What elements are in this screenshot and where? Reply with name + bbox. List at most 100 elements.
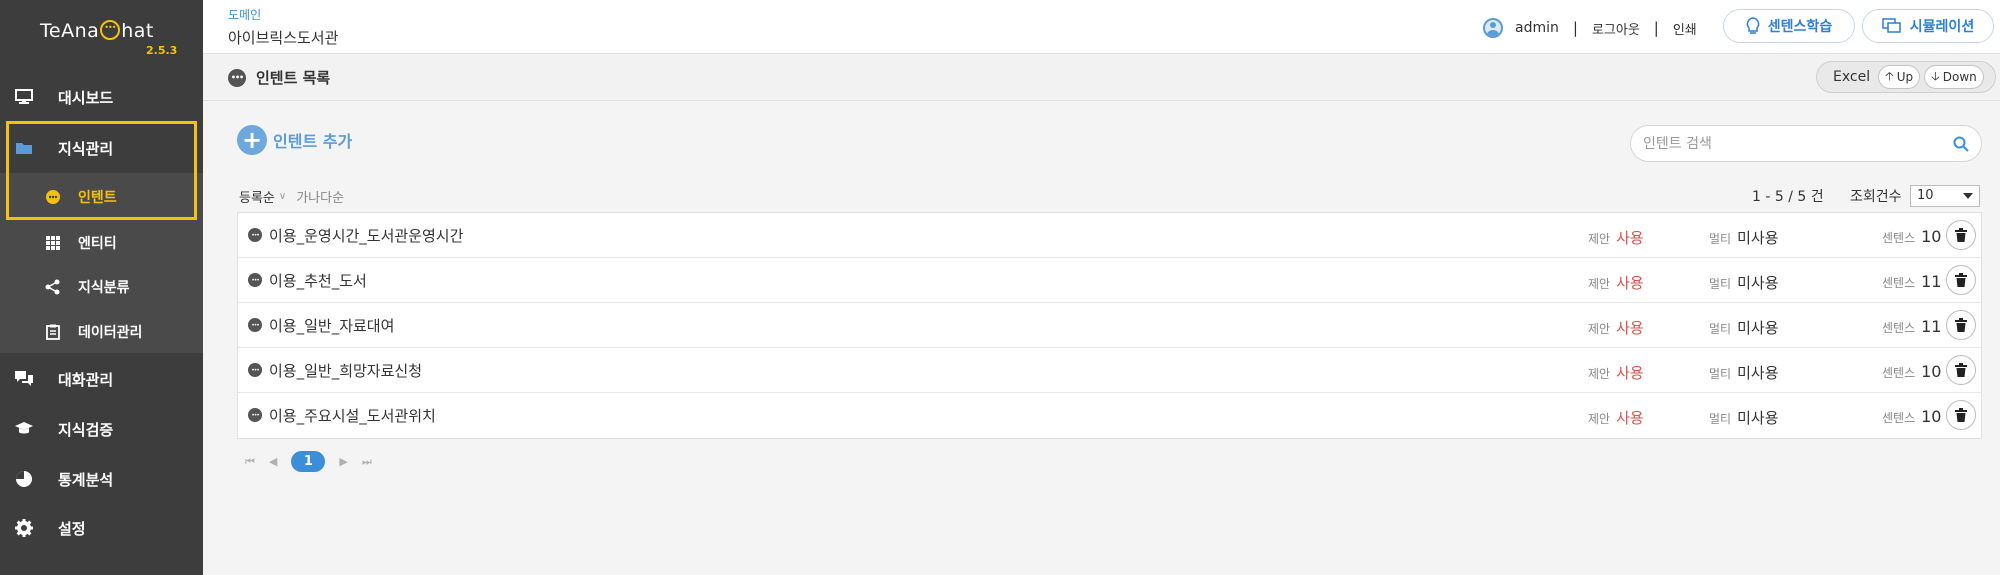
sort-alphabetical[interactable]: 가나다순 xyxy=(296,187,344,206)
sidebar-subitem-data[interactable]: 데이터관리 xyxy=(0,309,203,354)
multi-status: 멀티 미사용 xyxy=(1709,319,1779,337)
sidebar-item-conversation[interactable]: 대화관리 xyxy=(0,355,203,403)
intent-name[interactable]: 이용_일반_희망자료신청 xyxy=(269,360,422,381)
suggest-status: 제안 사용 xyxy=(1588,409,1644,427)
chat-bubble-icon: ••• xyxy=(248,408,262,422)
domain-label: 도메인 xyxy=(228,8,262,22)
suggest-status: 제안 사용 xyxy=(1588,274,1644,292)
graduation-cap-icon xyxy=(14,419,34,439)
intent-list: ••• 이용_운영시간_도서관운영시간 제안 사용 멀티 미사용 센텐스 10 •••… xyxy=(237,212,1982,439)
multi-status: 멀티 미사용 xyxy=(1709,364,1779,382)
plus-icon: + xyxy=(237,125,267,155)
trash-icon xyxy=(1955,273,1967,287)
sidebar-item-verification[interactable]: 지식검증 xyxy=(0,405,203,453)
perpage-label: 조회건수 xyxy=(1850,189,1902,205)
chat-bubble-icon: ••• xyxy=(248,273,262,287)
pagination: ⏮ ◀ 1 ▶ ⏭ xyxy=(245,451,386,472)
excel-label: Excel xyxy=(1833,69,1871,85)
sidebar-subitem-classification[interactable]: 지식분류 xyxy=(0,264,203,309)
prev-page-icon[interactable]: ◀ xyxy=(269,455,277,468)
app-version: 2.5.3 xyxy=(146,44,178,57)
simulation-button[interactable]: 시뮬레이션 xyxy=(1862,9,1994,43)
sidebar-subitem-label: 지식분류 xyxy=(78,279,130,296)
chat-bubble-icon: ••• xyxy=(228,68,246,87)
delete-intent-button[interactable] xyxy=(1946,220,1976,250)
chat-bubbles-icon xyxy=(14,369,34,389)
user-area: admin | 로그아웃 | 인쇄 xyxy=(1483,18,1697,38)
chevron-down-icon: ∨ xyxy=(278,191,287,202)
sort-options: 등록순 ∨ 가나다순 xyxy=(239,187,344,206)
intent-row[interactable]: ••• 이용_운영시간_도서관운영시간 제안 사용 멀티 미사용 센텐스 10 xyxy=(238,213,1981,258)
chat-bubble-icon: ••• xyxy=(248,228,262,242)
multi-status: 멀티 미사용 xyxy=(1709,409,1779,427)
excel-download-button[interactable]: 🡣 Down xyxy=(1924,65,1984,89)
page-number-current[interactable]: 1 xyxy=(291,451,326,472)
intent-name[interactable]: 이용_운영시간_도서관운영시간 xyxy=(269,225,463,246)
sidebar-item-label: 지식검증 xyxy=(58,420,114,439)
intent-name[interactable]: 이용_추천_도서 xyxy=(269,270,367,291)
intent-name[interactable]: 이용_일반_자료대여 xyxy=(269,315,394,336)
trash-icon xyxy=(1955,363,1967,377)
sort-registered[interactable]: 등록순 xyxy=(239,187,275,206)
arrow-down-icon: 🡣 xyxy=(1931,68,1940,83)
lightbulb-icon xyxy=(1746,17,1760,35)
print-link[interactable]: 인쇄 xyxy=(1673,19,1697,38)
first-page-icon[interactable]: ⏮ xyxy=(245,455,255,469)
share-icon xyxy=(44,278,62,296)
sentence-count: 센텐스 11 xyxy=(1882,317,1942,336)
multi-status: 멀티 미사용 xyxy=(1709,229,1779,247)
gear-icon xyxy=(14,518,34,538)
sidebar: TeAnahat 2.5.3 대시보드 지식관리 인텐트 xyxy=(0,0,203,575)
arrow-up-icon: 🡡 xyxy=(1885,68,1894,83)
sidebar-item-label: 통계분석 xyxy=(58,470,114,489)
sidebar-item-settings[interactable]: 설정 xyxy=(0,504,203,552)
intent-row[interactable]: ••• 이용_일반_희망자료신청 제안 사용 멀티 미사용 센텐스 10 xyxy=(238,348,1981,393)
clipboard-icon xyxy=(44,323,62,341)
next-page-icon[interactable]: ▶ xyxy=(339,455,347,468)
suggest-status: 제안 사용 xyxy=(1588,364,1644,382)
sidebar-item-statistics[interactable]: 통계분석 xyxy=(0,455,203,503)
monitor-icon xyxy=(14,87,34,107)
app-logo[interactable]: TeAnahat 2.5.3 xyxy=(40,20,180,60)
excel-upload-button[interactable]: 🡡 Up xyxy=(1878,65,1921,89)
suggest-status: 제안 사용 xyxy=(1588,319,1644,337)
pie-chart-icon xyxy=(14,469,34,489)
intent-row[interactable]: ••• 이용_추천_도서 제안 사용 멀티 미사용 센텐스 11 xyxy=(238,258,1981,303)
page-title-bar: ••• 인텐트 목록 Excel 🡡 Up 🡣 Down xyxy=(203,55,2000,101)
excel-export-group: Excel 🡡 Up 🡣 Down xyxy=(1816,61,1996,93)
app-root: TeAnahat 2.5.3 대시보드 지식관리 인텐트 xyxy=(0,0,2000,575)
sidebar-subitem-entity[interactable]: 엔티티 xyxy=(0,220,203,265)
delete-intent-button[interactable] xyxy=(1946,355,1976,385)
windows-icon xyxy=(1882,18,1902,34)
intent-search-input[interactable] xyxy=(1643,134,1943,154)
sentence-count: 센텐스 10 xyxy=(1882,407,1942,426)
multi-status: 멀티 미사용 xyxy=(1709,274,1779,292)
username[interactable]: admin xyxy=(1515,20,1559,36)
trash-icon xyxy=(1955,318,1967,332)
intent-name[interactable]: 이용_주요시설_도서관위치 xyxy=(269,405,436,426)
perpage-select[interactable]: 10 xyxy=(1910,185,1980,207)
search-icon[interactable] xyxy=(1953,136,1969,152)
sidebar-item-label: 대시보드 xyxy=(58,88,114,107)
logout-link[interactable]: 로그아웃 xyxy=(1592,19,1640,38)
delete-intent-button[interactable] xyxy=(1946,400,1976,430)
delete-intent-button[interactable] xyxy=(1946,310,1976,340)
top-header: 도메인 아이브릭스도서관 admin | 로그아웃 | 인쇄 센텐스학습 시뮬레… xyxy=(203,0,2000,54)
intent-row[interactable]: ••• 이용_주요시설_도서관위치 제안 사용 멀티 미사용 센텐스 10 xyxy=(238,393,1981,438)
delete-intent-button[interactable] xyxy=(1946,265,1976,295)
sidebar-item-dashboard[interactable]: 대시보드 xyxy=(0,73,203,121)
intent-search xyxy=(1630,125,1982,162)
sidebar-subitem-label: 데이터관리 xyxy=(78,324,143,341)
suggest-status: 제안 사용 xyxy=(1588,229,1644,247)
chat-bubble-icon: ••• xyxy=(248,363,262,377)
last-page-icon[interactable]: ⏭ xyxy=(362,455,372,469)
caret-down-icon xyxy=(1963,193,1973,199)
result-count: 1 - 5 / 5 건 xyxy=(1752,189,1824,205)
sentence-count: 센텐스 10 xyxy=(1882,227,1942,246)
add-intent-button[interactable]: + 인텐트 추가 xyxy=(237,125,352,155)
sentence-learn-button[interactable]: 센텐스학습 xyxy=(1723,9,1855,43)
trash-icon xyxy=(1955,228,1967,242)
intent-row[interactable]: ••• 이용_일반_자료대여 제안 사용 멀티 미사용 센텐스 11 xyxy=(238,303,1981,348)
sentence-count: 센텐스 10 xyxy=(1882,362,1942,381)
domain-selector[interactable]: 아이브릭스도서관 xyxy=(228,27,338,48)
